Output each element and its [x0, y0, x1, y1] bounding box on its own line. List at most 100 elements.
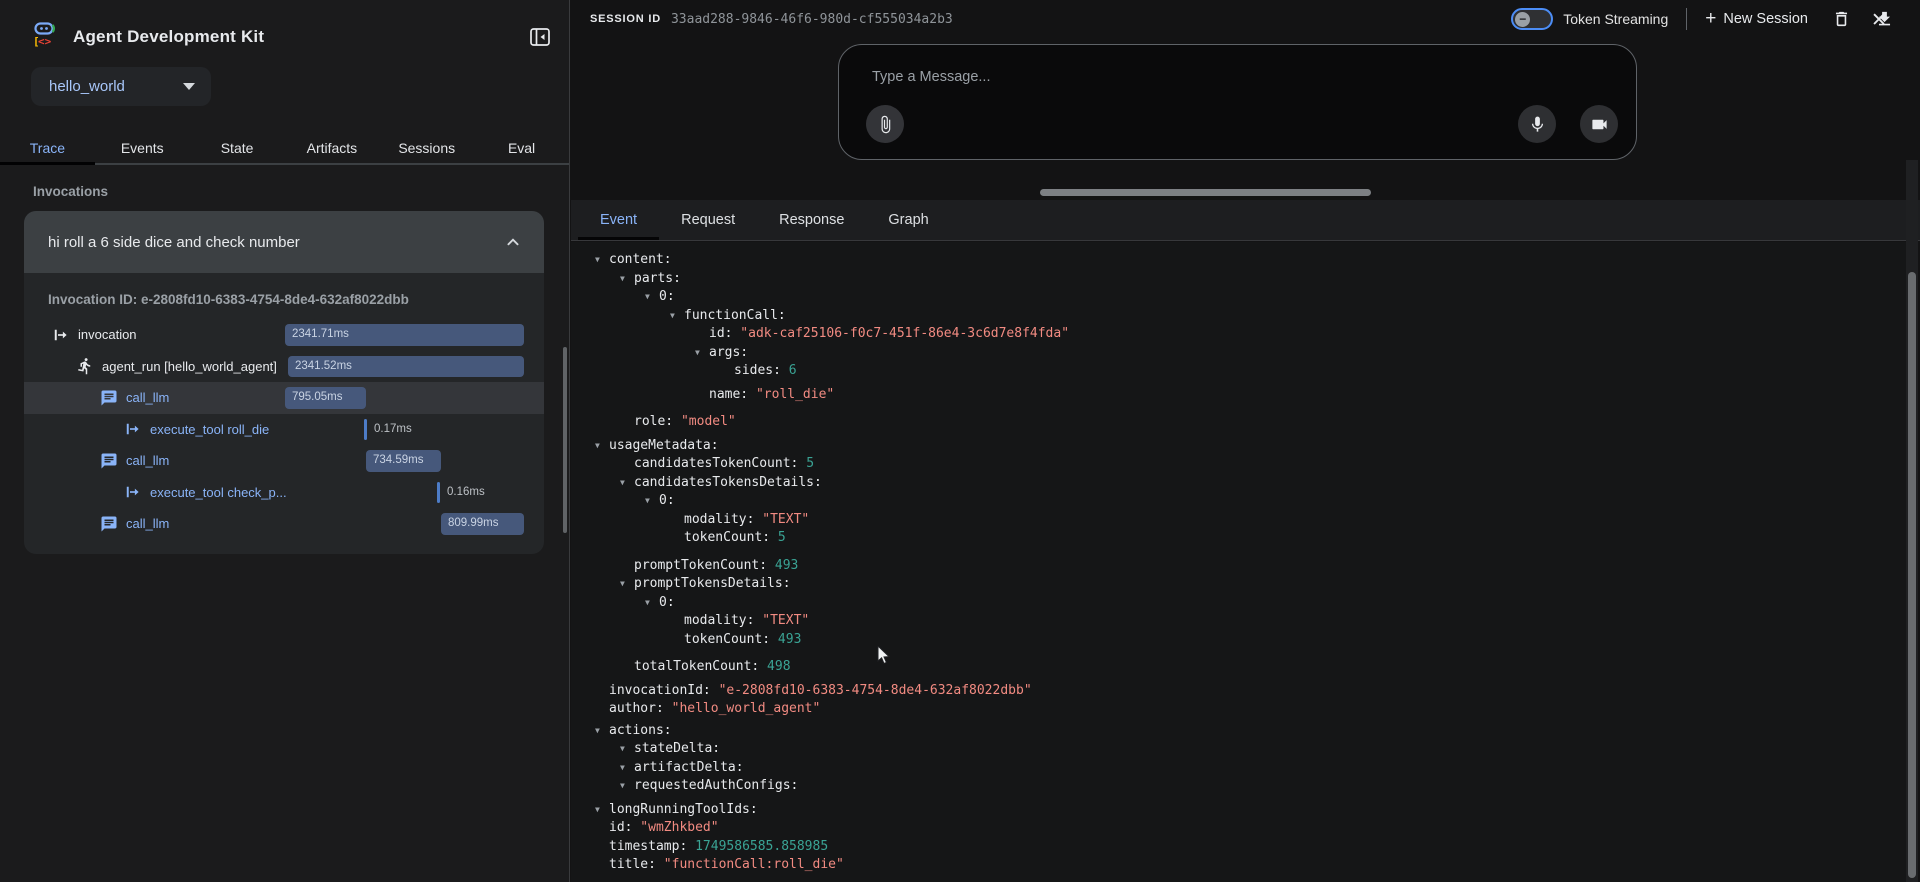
- expand-toggle-icon[interactable]: ▼: [595, 801, 609, 820]
- detail-tab-event[interactable]: Event: [578, 200, 659, 240]
- video-button[interactable]: [1580, 105, 1618, 143]
- span-duration-tick: [437, 482, 440, 504]
- expand-toggle-icon[interactable]: ▼: [645, 492, 659, 511]
- expand-toggle-icon[interactable]: ▼: [620, 575, 634, 594]
- trace-span-execute-tool-roll-die[interactable]: execute_tool roll_die0.17ms: [24, 414, 544, 446]
- json-line-tokenCount: tokenCount: 493: [583, 631, 1906, 650]
- json-value: "roll_die": [748, 387, 834, 402]
- new-session-button[interactable]: + New Session: [1705, 10, 1808, 28]
- json-line-sides: sides: 6: [583, 362, 1906, 381]
- message-placeholder: Type a Message...: [872, 69, 990, 85]
- trace-span-execute-tool-check-p-[interactable]: execute_tool check_p...0.16ms: [24, 477, 544, 509]
- trace-span-invocation[interactable]: invocation 2341.71ms: [24, 319, 544, 351]
- expand-toggle-icon[interactable]: ▼: [595, 437, 609, 456]
- json-line-name: name: "roll_die": [583, 386, 1906, 405]
- invocations-title: Invocations: [33, 184, 569, 199]
- session-id-value: 33aad288-9846-46f6-980d-cf555034a2b3: [671, 12, 953, 27]
- new-session-label: New Session: [1723, 11, 1808, 27]
- invocation-card-header[interactable]: hi roll a 6 side dice and check number: [24, 211, 544, 273]
- span-label: call_llm: [126, 516, 169, 531]
- agent-select[interactable]: hello_world: [31, 67, 211, 106]
- invocation-id: Invocation ID: e-2808fd10-6383-4754-8de4…: [48, 292, 544, 307]
- trace-span-agent-run-hello-world-agent-[interactable]: agent_run [hello_world_agent]2341.52ms: [24, 351, 544, 383]
- expand-toggle-icon[interactable]: ▼: [645, 288, 659, 307]
- tab-artifacts[interactable]: Artifacts: [284, 133, 379, 163]
- collapse-panel-icon[interactable]: [527, 24, 553, 50]
- json-value: 5: [798, 456, 814, 471]
- expand-toggle-icon[interactable]: ▼: [620, 777, 634, 796]
- session-id-label: SESSION ID: [590, 13, 661, 25]
- expand-toggle-icon[interactable]: ▼: [620, 759, 634, 778]
- json-line-content: ▼content:: [583, 251, 1906, 270]
- json-key: candidatesTokenCount:: [634, 456, 798, 471]
- json-line-role: role: "model": [583, 413, 1906, 432]
- json-line-usageMetadata: ▼usageMetadata:: [583, 437, 1906, 456]
- span-duration-bar: 809.99ms: [441, 513, 524, 535]
- detail-tab-graph[interactable]: Graph: [866, 200, 950, 240]
- horizontal-scrollbar[interactable]: [1040, 189, 1371, 196]
- plus-icon: +: [1705, 10, 1716, 28]
- expand-toggle-icon[interactable]: ▼: [670, 307, 684, 326]
- json-value: "e-2808fd10-6383-4754-8de4-632af8022dbb": [711, 683, 1032, 698]
- span-timeline: 734.59ms: [285, 450, 524, 472]
- tab-events[interactable]: Events: [95, 133, 190, 163]
- json-key: modality:: [684, 512, 754, 527]
- json-line-requestedAuthConfigs: ▼requestedAuthConfigs:: [583, 777, 1906, 796]
- json-key: parts:: [634, 271, 681, 286]
- detail-tab-request[interactable]: Request: [659, 200, 757, 240]
- json-key: artifactDelta:: [634, 760, 744, 775]
- span-duration-bar: 734.59ms: [366, 450, 441, 472]
- trace-span-call-llm[interactable]: call_llm795.05ms: [24, 382, 544, 414]
- tab-eval[interactable]: Eval: [474, 133, 569, 163]
- trace-span-list: invocation 2341.71ms agent_run [hello_worl…: [24, 319, 544, 554]
- json-line-0: ▼0:: [583, 492, 1906, 511]
- trash-icon[interactable]: [1832, 9, 1851, 29]
- expand-toggle-icon[interactable]: ▼: [620, 270, 634, 289]
- chat-area: Type a Message...: [571, 38, 1920, 200]
- json-line-author: author: "hello_world_agent": [583, 700, 1906, 719]
- json-key: name:: [709, 387, 748, 402]
- json-key: title:: [609, 857, 656, 872]
- invocation-title: hi roll a 6 side dice and check number: [48, 234, 300, 251]
- json-line-id: id: "adk-caf25106-f0c7-451f-86e4-3c6d7e8…: [583, 325, 1906, 344]
- json-key: promptTokenCount:: [634, 558, 767, 573]
- span-label: invocation: [78, 327, 137, 342]
- detail-tab-response[interactable]: Response: [757, 200, 866, 240]
- json-line-promptTokensDetails: ▼promptTokensDetails:: [583, 575, 1906, 594]
- json-key: author:: [609, 701, 664, 716]
- token-streaming-toggle[interactable]: −: [1511, 8, 1553, 30]
- expand-toggle-icon[interactable]: ▼: [645, 594, 659, 613]
- agent-select-value: hello_world: [49, 78, 125, 95]
- microphone-button[interactable]: [1518, 105, 1556, 143]
- tab-state[interactable]: State: [190, 133, 285, 163]
- expand-toggle-icon[interactable]: ▼: [595, 722, 609, 741]
- span-duration-tick: [364, 419, 367, 441]
- close-icon[interactable]: ✕: [1868, 10, 1890, 32]
- trace-span-call-llm[interactable]: call_llm 809.99ms: [24, 508, 544, 540]
- step-into-icon: [52, 326, 70, 344]
- message-input-box[interactable]: Type a Message...: [838, 44, 1637, 160]
- json-line-totalTokenCount: totalTokenCount: 498: [583, 658, 1906, 677]
- json-value: 5: [770, 530, 786, 545]
- span-timeline: 2341.71ms: [285, 324, 524, 346]
- attach-file-button[interactable]: [866, 105, 904, 143]
- step-into-icon: [124, 420, 142, 438]
- span-timeline: 809.99ms: [285, 513, 524, 535]
- json-value: 493: [767, 558, 798, 573]
- expand-toggle-icon[interactable]: ▼: [595, 251, 609, 270]
- trace-span-call-llm[interactable]: call_llm734.59ms: [24, 445, 544, 477]
- tab-trace[interactable]: Trace: [0, 133, 95, 163]
- json-key: totalTokenCount:: [634, 659, 759, 674]
- tab-sessions[interactable]: Sessions: [379, 133, 474, 163]
- run-icon: [76, 357, 94, 375]
- json-line-invocationId: invocationId: "e-2808fd10-6383-4754-8de4…: [583, 682, 1906, 701]
- left-panel-scrollbar[interactable]: [563, 347, 567, 533]
- json-line-longRunningToolIds: ▼longRunningToolIds:: [583, 801, 1906, 820]
- expand-toggle-icon[interactable]: ▼: [620, 740, 634, 759]
- vertical-scrollbar[interactable]: [1908, 272, 1916, 878]
- expand-toggle-icon[interactable]: ▼: [620, 474, 634, 493]
- json-line-0: ▼0:: [583, 288, 1906, 307]
- adk-logo-icon: [ <>: [33, 22, 59, 52]
- expand-toggle-icon[interactable]: ▼: [695, 344, 709, 363]
- json-line-args: ▼args:: [583, 344, 1906, 363]
